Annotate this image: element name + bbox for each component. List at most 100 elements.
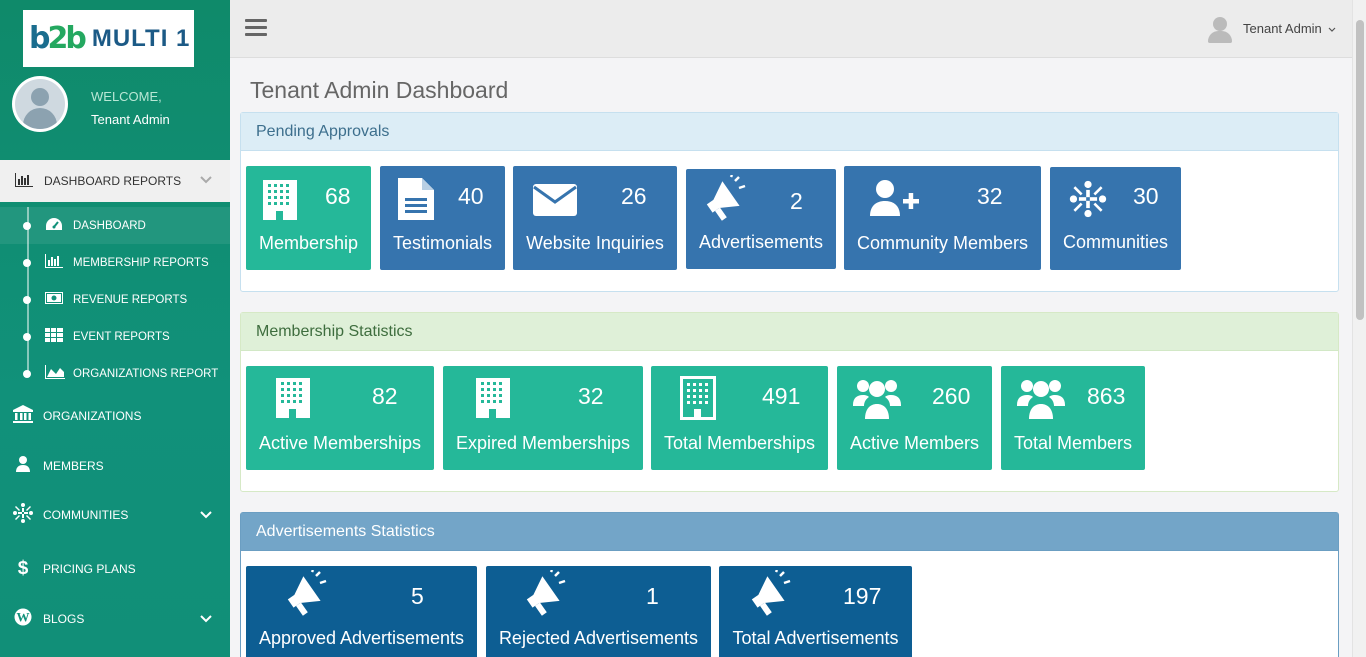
sidebar-item-dashboard[interactable]: DASHBOARD (0, 207, 230, 244)
tile-label: Total Members (1013, 433, 1133, 453)
tile-value: 82 (372, 383, 398, 409)
megaphone-icon (521, 569, 569, 623)
sidebar-item-organizations-report[interactable]: ORGANIZATIONS REPORT (0, 355, 230, 392)
welcome-name: Tenant Admin (91, 112, 170, 127)
sidebar-section-label: DASHBOARD REPORTS (44, 174, 182, 188)
building-icon (276, 378, 310, 423)
panel-title: Membership Statistics (241, 313, 1338, 351)
building-icon (476, 378, 510, 423)
tile-total-memberships[interactable]: 491 Total Memberships (651, 366, 828, 470)
sidebar-item-revenue-reports[interactable]: REVENUE REPORTS (0, 281, 230, 318)
tile-total-members[interactable]: 863 Total Members (1001, 366, 1145, 470)
subnav: DASHBOARD MEMBERSHIP REPORTS REVENUE REP… (0, 207, 230, 392)
sidebar-item-communities[interactable]: COMMUNITIES (0, 495, 230, 535)
sidebar: b2b MULTI 1 WELCOME, Tenant Admin DASHBO… (0, 0, 230, 657)
tile-value: 1 (646, 583, 659, 609)
tile-label: Website Inquiries (526, 233, 664, 253)
tile-label: Communities (1062, 232, 1169, 252)
user-icon (12, 455, 34, 477)
document-icon (398, 178, 434, 225)
megaphone-icon (282, 569, 330, 623)
tile-label: Community Members (856, 233, 1029, 253)
tile-value: 68 (325, 183, 351, 209)
sidebar-section-dashboard-reports[interactable]: DASHBOARD REPORTS (0, 160, 230, 202)
tile-value: 260 (932, 383, 971, 409)
building-icon (263, 180, 297, 225)
tile-pending-website-inquiries[interactable]: 26 Website Inquiries (513, 166, 677, 270)
logo-mark: b2b (29, 21, 87, 56)
sidebar-item-blogs[interactable]: W BLOGS (0, 599, 230, 639)
tile-pending-community-members[interactable]: 32 Community Members (844, 166, 1041, 270)
page-title: Tenant Admin Dashboard (250, 77, 509, 103)
welcome-text: WELCOME, (91, 89, 162, 104)
tile-total-advertisements[interactable]: 197 Total Advertisements (719, 566, 912, 657)
tile-label: Testimonials (392, 233, 493, 253)
tile-active-members[interactable]: 260 Active Members (837, 366, 992, 470)
tile-label: Expired Memberships (455, 433, 631, 453)
wordpress-icon: W (12, 608, 34, 631)
tile-value: 2 (790, 188, 803, 214)
tile-active-memberships[interactable]: 82 Active Memberships (246, 366, 434, 470)
grid-icon (45, 328, 63, 345)
tile-pending-communities[interactable]: 30 Communities (1050, 167, 1181, 270)
tile-value: 5 (411, 583, 424, 609)
bar-chart-icon (45, 254, 63, 271)
sidebar-item-members[interactable]: MEMBERS (0, 446, 230, 486)
tile-pending-membership[interactable]: 68 Membership (246, 166, 371, 270)
users-icon (1017, 377, 1065, 424)
community-icon (1068, 179, 1108, 224)
tile-value: 197 (843, 583, 882, 609)
sidebar-item-event-reports[interactable]: EVENT REPORTS (0, 318, 230, 355)
tile-expired-memberships[interactable]: 32 Expired Memberships (443, 366, 643, 470)
tile-label: Advertisements (698, 232, 824, 252)
user-menu[interactable]: Tenant Admin (1243, 21, 1336, 36)
tile-label: Active Memberships (258, 433, 422, 453)
money-icon (45, 292, 63, 307)
building-icon (680, 376, 716, 425)
sidebar-item-membership-reports[interactable]: MEMBERSHIP REPORTS (0, 244, 230, 281)
tile-rejected-advertisements[interactable]: 1 Rejected Advertisements (486, 566, 711, 657)
tile-pending-advertisements[interactable]: 2 Advertisements (686, 169, 836, 269)
chevron-down-icon (200, 508, 212, 522)
area-chart-icon (45, 365, 65, 382)
tile-label: Total Memberships (663, 433, 816, 453)
chevron-down-icon (200, 173, 212, 187)
brand-logo[interactable]: b2b MULTI 1 (23, 10, 194, 67)
megaphone-icon (701, 174, 749, 228)
logo-text: MULTI 1 (91, 24, 191, 52)
panel-title: Advertisements Statistics (241, 513, 1338, 551)
menu-toggle-icon[interactable] (245, 19, 267, 37)
tile-value: 30 (1133, 183, 1159, 209)
tile-label: Rejected Advertisements (498, 628, 699, 648)
chevron-down-icon (1328, 27, 1336, 32)
chevron-down-icon (200, 612, 212, 626)
bank-icon (12, 404, 34, 428)
tile-label: Approved Advertisements (258, 628, 465, 648)
tile-label: Active Members (849, 433, 980, 453)
dollar-icon: $ (17, 558, 29, 579)
tile-label: Total Advertisements (732, 628, 899, 648)
scrollbar[interactable] (1352, 0, 1366, 657)
scroll-thumb[interactable] (1356, 20, 1364, 320)
bar-chart-icon (15, 172, 35, 190)
tile-value: 491 (762, 383, 801, 409)
svg-text:W: W (17, 609, 30, 624)
panel-title: Pending Approvals (241, 113, 1338, 151)
megaphone-icon (746, 569, 794, 623)
tile-value: 40 (458, 183, 484, 209)
tile-label: Membership (258, 233, 359, 253)
sidebar-item-organizations[interactable]: ORGANIZATIONS (0, 396, 230, 436)
envelope-icon (533, 184, 577, 221)
sidebar-item-pricing-plans[interactable]: $ PRICING PLANS (0, 549, 230, 589)
topbar: Tenant Admin (230, 0, 1352, 58)
avatar (12, 76, 68, 132)
tile-value: 32 (578, 383, 604, 409)
tile-value: 32 (977, 183, 1003, 209)
tile-value: 863 (1087, 383, 1126, 409)
tachometer-icon (45, 217, 63, 234)
tile-value: 26 (621, 183, 647, 209)
user-plus-icon (870, 180, 922, 223)
tile-approved-advertisements[interactable]: 5 Approved Advertisements (246, 566, 477, 657)
user-avatar-icon[interactable] (1208, 16, 1232, 44)
tile-pending-testimonials[interactable]: 40 Testimonials (380, 166, 505, 270)
